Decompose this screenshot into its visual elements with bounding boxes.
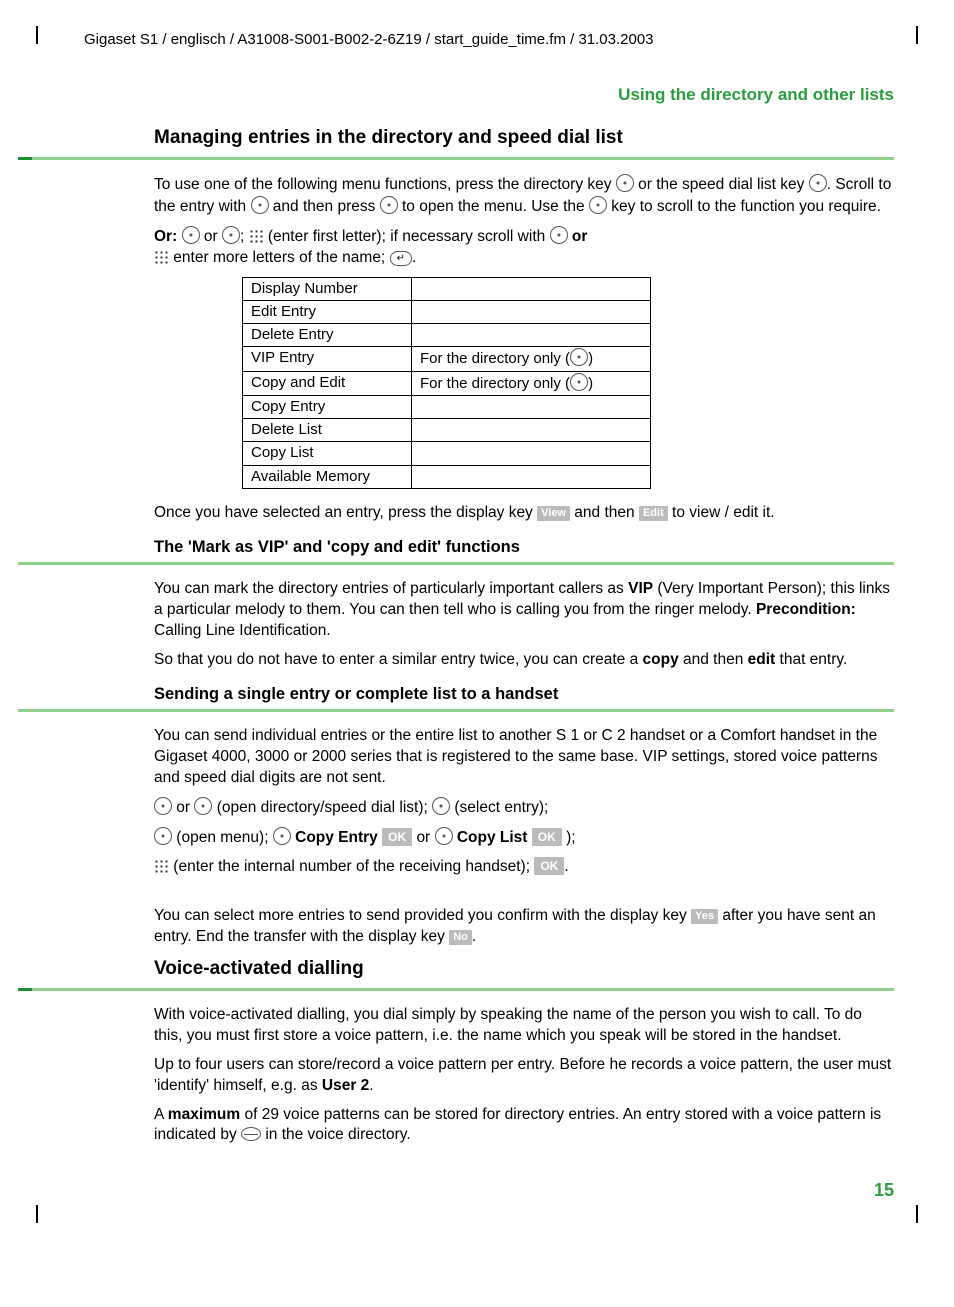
speed-dial-icon [194, 797, 212, 815]
keypad-icon [249, 229, 264, 243]
table-row: Copy Entry [243, 395, 412, 418]
para-voice1: With voice-activated dialling, you dial … [154, 1005, 894, 1047]
view-key: View [537, 506, 570, 521]
nav-down-icon [616, 174, 634, 192]
para-intro: To use one of the following menu functio… [154, 174, 894, 218]
nav-down-icon [154, 797, 172, 815]
para-or: Or: or ; (enter first letter); if necess… [154, 226, 894, 269]
menu-table: Display Number Edit Entry Delete Entry V… [242, 277, 651, 489]
para-vip: You can mark the directory entries of pa… [154, 579, 894, 642]
header-path: Gigaset S1 / englisch / A31008-S001-B002… [84, 30, 894, 50]
keypad-icon [154, 859, 169, 873]
section-title: Using the directory and other lists [60, 84, 894, 107]
ok-oval-icon: ↵ [390, 251, 412, 267]
nav-scroll-icon [273, 827, 291, 845]
table-row: Display Number [243, 277, 412, 300]
table-row: Delete Entry [243, 324, 412, 347]
keypad-icon [154, 250, 169, 264]
heading-voice: Voice-activated dialling [154, 956, 894, 982]
speed-dial-icon [222, 226, 240, 244]
heading-sending: Sending a single entry or complete list … [154, 683, 894, 705]
nav-icon [570, 348, 588, 366]
nav-scroll-icon [435, 827, 453, 845]
nav-icon [570, 373, 588, 391]
ok-key: OK [532, 828, 562, 846]
ok-key: OK [534, 857, 564, 875]
nav-scroll-icon [251, 196, 269, 214]
nav-right-icon [380, 196, 398, 214]
nav-right-icon [154, 827, 172, 845]
para-more-entries: You can select more entries to send prov… [154, 906, 894, 948]
para-sending: You can send individual entries or the e… [154, 726, 894, 789]
table-row: Delete List [243, 419, 412, 442]
table-row: Copy List [243, 442, 412, 465]
table-row: Copy and Edit [243, 371, 412, 395]
lips-icon [241, 1127, 261, 1141]
para-voice3: A maximum of 29 voice patterns can be st… [154, 1105, 894, 1147]
nav-scroll-icon [432, 797, 450, 815]
edit-key: Edit [639, 506, 668, 521]
speed-dial-icon [809, 174, 827, 192]
para-copy-edit: So that you do not have to enter a simil… [154, 650, 894, 671]
nav-down-icon [182, 226, 200, 244]
para-voice2: Up to four users can store/record a voic… [154, 1055, 894, 1097]
yes-key: Yes [691, 909, 718, 924]
ok-key: OK [382, 828, 412, 846]
para-steps2: (open menu); Copy Entry OK or Copy List … [154, 827, 894, 849]
table-row: VIP Entry [243, 347, 412, 371]
heading-managing: Managing entries in the directory and sp… [154, 125, 894, 151]
table-row: Available Memory [243, 465, 412, 488]
nav-scroll-icon [589, 196, 607, 214]
page-number: 15 [60, 1178, 894, 1202]
para-steps3: (enter the internal number of the receiv… [154, 857, 894, 878]
nav-scroll-icon [550, 226, 568, 244]
heading-vip: The 'Mark as VIP' and 'copy and edit' fu… [154, 536, 894, 558]
para-steps1: or (open directory/speed dial list); (se… [154, 797, 894, 819]
no-key: No [449, 930, 472, 945]
para-view-edit: Once you have selected an entry, press t… [154, 503, 894, 524]
table-row: Edit Entry [243, 300, 412, 323]
